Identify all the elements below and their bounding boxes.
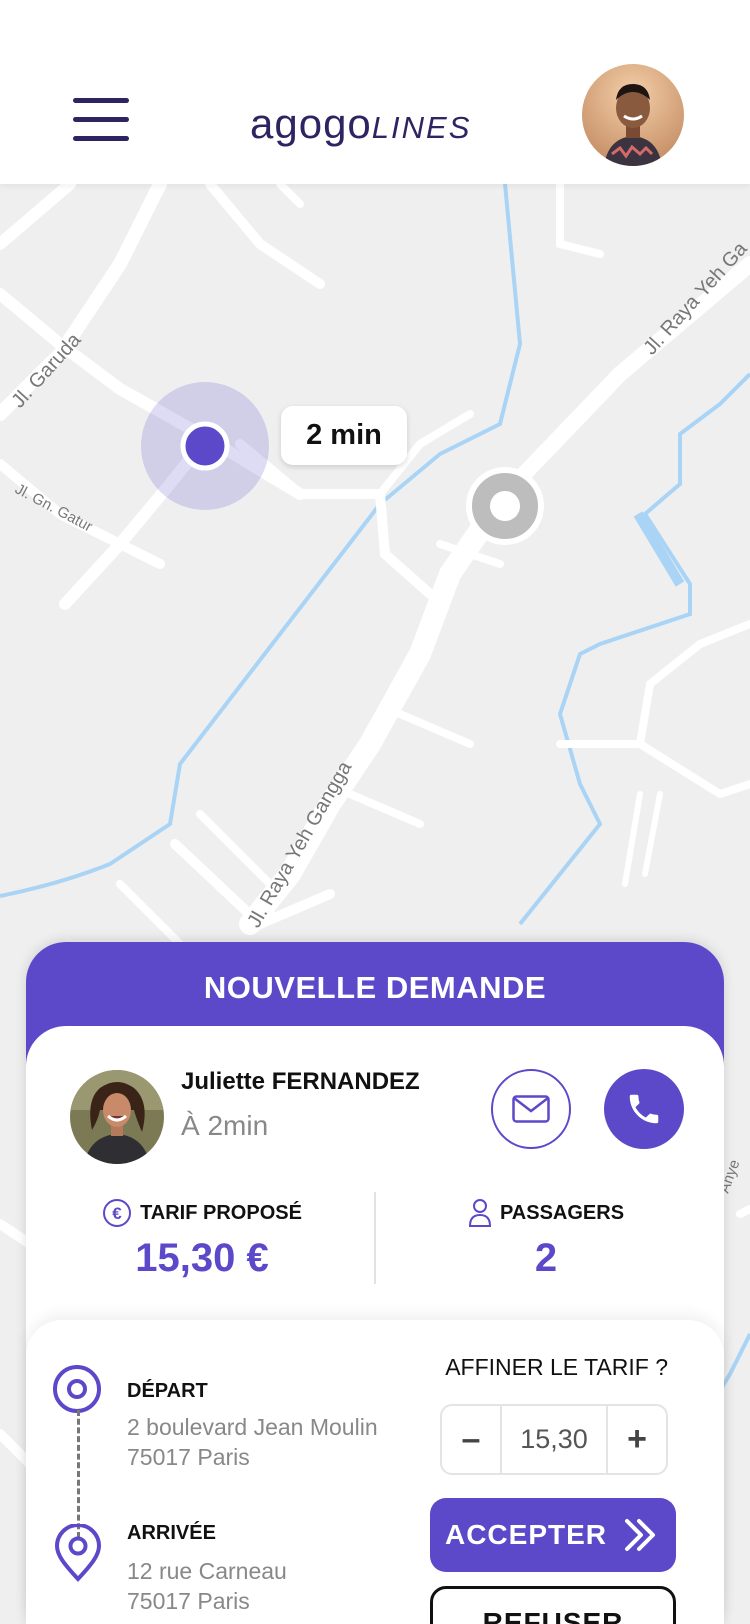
refuse-button[interactable]: REFUSER	[430, 1586, 676, 1624]
tarif-value: 15,30 €	[135, 1236, 269, 1280]
arrival-label: ARRIVÉE	[127, 1522, 216, 1544]
message-button[interactable]	[491, 1069, 571, 1149]
phone-icon	[629, 1094, 659, 1124]
accept-button[interactable]: ACCEPTER	[430, 1498, 676, 1572]
tarif-block: € TARIF PROPOSÉ 15,30 €	[42, 1198, 362, 1281]
tarif-label: TARIF PROPOSÉ	[140, 1201, 302, 1224]
app-header: agogoLINES	[0, 0, 750, 184]
euro-icon: €	[103, 1199, 132, 1227]
passengers-value: 2	[534, 1236, 558, 1280]
card-body: Juliette FERNANDEZ À 2min € TARIF PROPOS…	[26, 1026, 724, 1624]
client-eta: À 2min	[181, 1110, 269, 1141]
fare-increase-button[interactable]: +	[608, 1406, 666, 1473]
driver-avatar[interactable]	[582, 64, 684, 166]
pickup-location-marker	[466, 467, 544, 545]
logo-main-text: agogo	[250, 100, 372, 147]
fare-input[interactable]	[500, 1406, 608, 1473]
arrival-pin-icon	[54, 1524, 102, 1582]
stat-divider	[374, 1192, 376, 1284]
fare-stepper: – +	[440, 1404, 668, 1475]
arrival-line2: 75017 Paris	[127, 1588, 250, 1614]
departure-line1: 2 boulevard Jean Moulin	[127, 1414, 378, 1440]
passengers-label: PASSAGERS	[499, 1201, 625, 1224]
hamburger-menu-icon[interactable]	[73, 98, 129, 142]
departure-address: 2 boulevard Jean Moulin 75017 Paris	[127, 1412, 378, 1472]
driver-location-marker	[141, 382, 269, 510]
app-logo: agogoLINES	[250, 100, 500, 150]
double-chevron-right-icon	[625, 1519, 655, 1551]
refine-fare-label: AFFINER LE TARIF ?	[445, 1354, 668, 1380]
route-section: DÉPART 2 boulevard Jean Moulin 75017 Par…	[26, 1320, 724, 1624]
departure-pin-icon	[53, 1365, 101, 1413]
departure-line2: 75017 Paris	[127, 1444, 250, 1470]
card-title: NOUVELLE DEMANDE	[203, 970, 547, 1005]
call-button[interactable]	[604, 1069, 684, 1149]
passengers-block: PASSAGERS 2	[386, 1198, 706, 1281]
fare-decrease-button[interactable]: –	[442, 1406, 500, 1473]
arrival-line1: 12 rue Carneau	[127, 1558, 287, 1584]
svg-text:€: €	[112, 1204, 122, 1223]
arrival-address: 12 rue Carneau 75017 Paris	[127, 1556, 287, 1616]
ride-request-card: NOUVELLE DEMANDE Juliette FERNANDEZ À 2m…	[26, 942, 724, 1624]
mail-icon	[512, 1095, 550, 1123]
logo-sub-text: LINES	[371, 110, 472, 145]
eta-bubble: 2 min	[281, 406, 407, 465]
departure-label: DÉPART	[127, 1380, 208, 1402]
client-name: Juliette FERNANDEZ	[181, 1068, 420, 1095]
route-dashed-line	[77, 1410, 80, 1538]
accept-label: ACCEPTER	[444, 1519, 607, 1550]
client-avatar	[70, 1070, 164, 1164]
user-icon	[468, 1199, 491, 1227]
